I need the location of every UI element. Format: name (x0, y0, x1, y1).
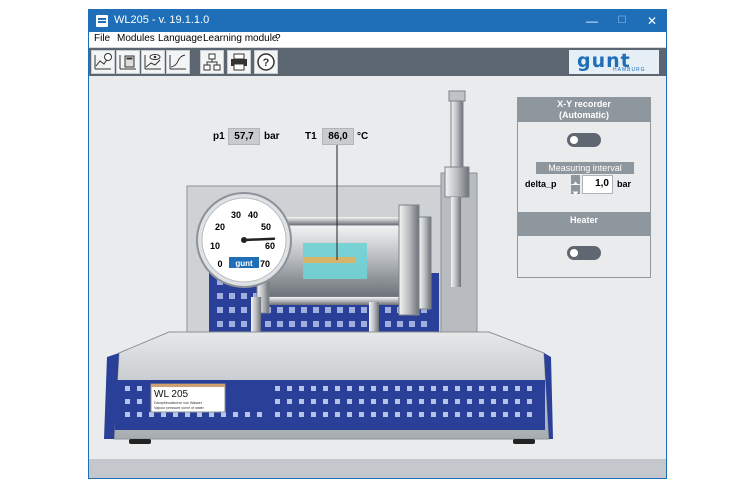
menu-file[interactable]: File (94, 33, 110, 44)
toolbar: ? gunt HAMBURG (89, 48, 666, 76)
line-chart-clock-icon (94, 53, 112, 70)
eye-chart-button[interactable] (141, 50, 165, 74)
p1-label: p1 (213, 131, 225, 142)
help-button[interactable]: ? (254, 50, 278, 74)
p1-unit: bar (264, 131, 280, 142)
gauge-tick-20: 20 (215, 222, 225, 232)
close-button[interactable]: ✕ (637, 10, 666, 32)
printer-icon (231, 53, 247, 71)
plate-line1: Dampfdruckkurve von Wasser (154, 401, 203, 405)
print-button[interactable] (227, 50, 251, 74)
app-icon (96, 15, 108, 27)
vessel-bolt-right (418, 216, 432, 310)
p1-value: 57,7 (228, 128, 260, 145)
menu-help[interactable]: ? (275, 33, 281, 44)
safety-valve-body (444, 166, 470, 198)
process-schematic-area: 0 10 20 30 40 50 60 70 gunt WL 205 Dampf… (89, 77, 666, 460)
measuring-interval-header: Measuring interval (536, 162, 634, 174)
interval-increment-button[interactable] (571, 175, 580, 186)
caret-down-icon (572, 191, 579, 196)
thermometer-probe (303, 257, 355, 263)
gauge-tick-50: 50 (261, 222, 271, 232)
window-title: WL205 - v. 19.1.1.0 (114, 14, 210, 26)
control-panel: X-Y recorder (Automatic) Measuring inter… (517, 97, 651, 278)
network-diagram-icon (203, 53, 221, 71)
foot-right (513, 439, 535, 444)
t1-label: T1 (305, 131, 317, 142)
gauge-tick-0: 0 (217, 259, 222, 269)
menu-bar: File Modules Language Learning module ? (89, 32, 666, 48)
plate-line2: Vapour pressure curve of water (154, 406, 205, 410)
safety-valve-cap (448, 90, 466, 102)
curve-chart-button[interactable] (166, 50, 190, 74)
svg-text:?: ? (263, 57, 270, 69)
interval-param-label: delta_p (525, 179, 557, 189)
xy-recorder-toggle[interactable] (567, 133, 601, 147)
gauge-tick-70: 70 (260, 259, 270, 269)
name-plate-stripe (151, 384, 225, 387)
gauge-tick-30: 30 (231, 210, 241, 220)
xy-recorder-mode: (Automatic) (559, 110, 609, 120)
gauge-tick-10: 10 (210, 241, 220, 251)
logo-subtitle: HAMBURG (613, 67, 646, 73)
gauge-tick-40: 40 (248, 210, 258, 220)
foot-left (129, 439, 151, 444)
calculator-chart-icon (119, 55, 136, 70)
menu-modules[interactable]: Modules (117, 33, 155, 44)
minimize-button[interactable]: — (577, 10, 607, 32)
app-window: WL205 - v. 19.1.1.0 — ☐ ✕ File Modules L… (88, 9, 667, 479)
gauge-brand: gunt (235, 259, 253, 268)
gauge-hub (241, 237, 247, 243)
interval-value-input[interactable]: 1,0 (582, 175, 613, 194)
menu-learning-module[interactable]: Learning module (203, 33, 278, 44)
interval-unit: bar (617, 179, 632, 189)
help-icon: ? (257, 53, 275, 71)
heater-header: Heater (518, 212, 650, 236)
eye-chart-icon (144, 54, 161, 70)
t1-unit: °C (357, 131, 369, 142)
menu-language[interactable]: Language (158, 33, 203, 44)
side-pipe (451, 197, 461, 287)
calculator-chart-button[interactable] (116, 50, 140, 74)
interval-decrement-button[interactable] (571, 185, 580, 196)
curve-chart-icon (169, 54, 186, 70)
line-chart-clock-button[interactable] (91, 50, 115, 74)
t1-value: 86,0 (322, 128, 354, 145)
status-bar (89, 459, 666, 478)
maximize-button[interactable]: ☐ (607, 10, 637, 32)
title-bar: WL205 - v. 19.1.1.0 — ☐ ✕ (89, 10, 666, 32)
plate-model: WL 205 (154, 389, 189, 400)
vessel-flange-right (398, 204, 420, 316)
gauge-tick-60: 60 (265, 241, 275, 251)
network-diagram-button[interactable] (200, 50, 224, 74)
xy-recorder-title: X-Y recorder (557, 99, 611, 109)
heater-toggle[interactable] (567, 246, 601, 260)
gunt-logo: gunt HAMBURG (569, 50, 659, 74)
xy-recorder-header: X-Y recorder (Automatic) (518, 98, 650, 122)
gauge-needle (242, 237, 276, 242)
